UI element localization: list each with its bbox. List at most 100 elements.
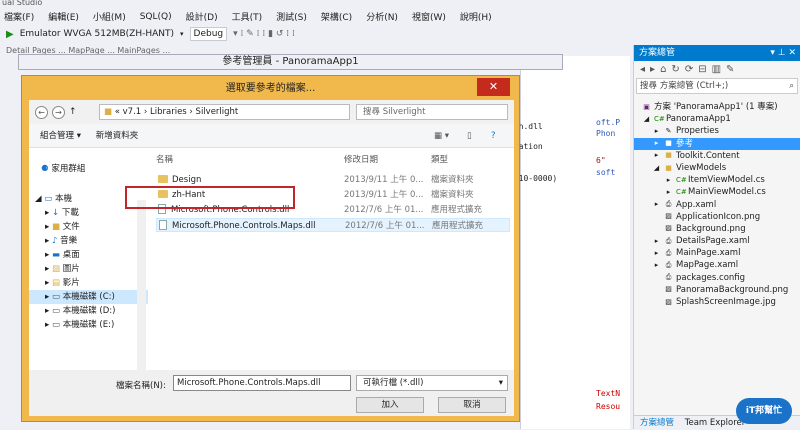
toolbar: ▶ Emulator WVGA 512MB(ZH-HANT) ▾ Debug ▾… [0,25,800,43]
expand-icon[interactable]: ▸ [664,176,673,185]
refresh-icon[interactable]: ⟳ [685,64,693,75]
play-icon[interactable]: ▶ [6,29,14,40]
dialog-body: ← → ↑ ■ « v7.1 › Libraries › Silverlight… [29,100,514,416]
tree-item-viewmodels[interactable]: ◢ ■ ViewModels [634,162,800,174]
homegroup-icon: ⚈ [41,164,52,174]
solution-search-input[interactable]: 搜尋 方案總管 (Ctrl+;) ⌕ [636,78,798,94]
nav-item-documents[interactable]: ▸ ■ 文件 [29,220,148,234]
close-button[interactable]: ✕ [477,78,510,96]
menu-analyze[interactable]: 分析(N) [366,10,398,23]
xaml-file-icon: ⎙ [665,236,672,245]
add-button[interactable]: 加入 [356,397,424,413]
tree-item-toolkit-content[interactable]: ▸ ■ Toolkit.Content [634,150,800,162]
run-target-select[interactable]: Emulator WVGA 512MB(ZH-HANT) [20,29,174,39]
menu-architecture[interactable]: 架構(C) [321,10,352,23]
tree-item-mappage[interactable]: ▸ ⎙ MapPage.xaml [634,259,800,271]
editor-line: 6" [596,156,606,165]
tree-item-appicon[interactable]: ▨ ApplicationIcon.png [634,211,800,223]
menu-design[interactable]: 設計(D) [186,10,218,23]
organize-button[interactable]: 組合管理 ▾ [40,131,81,141]
nav-item-videos[interactable]: ▸ ▤ 影片 [29,276,148,290]
toolbar-icons[interactable]: ▾ ⁞ ✎ ⁞ ⁞ ▮ ↺ ⁞ ⁞ [233,29,295,39]
nav-item-homegroup[interactable]: ⚈ 家用群組 [29,162,148,176]
menu-test[interactable]: 測試(S) [276,10,307,23]
menu-sql[interactable]: SQL(Q) [140,12,172,22]
tree-item-packages[interactable]: ⎙ packages.config [634,272,800,284]
column-header-type[interactable]: 類型 [431,153,448,165]
menu-help[interactable]: 說明(H) [460,10,492,23]
nav-item-pictures[interactable]: ▸ ▨ 圖片 [29,262,148,276]
expand-icon[interactable]: ▸ [652,139,661,148]
back-icon[interactable]: ← [35,105,48,119]
filename-input[interactable]: Microsoft.Phone.Controls.Maps.dll [173,375,351,391]
tree-item-background[interactable]: ▨ Background.png [634,223,800,235]
expand-icon[interactable]: ▸ [652,249,661,258]
nav-item-desktop[interactable]: ▸ ▬ 桌面 [29,248,148,262]
computer-icon: ▭ [41,194,55,204]
home-icon[interactable]: ⌂ [660,64,666,75]
properties-icon[interactable]: ✎ [726,64,734,75]
tab-solution-explorer[interactable]: 方案總管 [640,418,674,428]
csharp-file-icon: C# [676,175,687,184]
tab-team-explorer[interactable]: Team Explorer [685,418,746,428]
tree-item-panoramabg[interactable]: ▨ PanoramaBackground.png [634,284,800,296]
column-header-name[interactable]: 名稱 [156,153,173,165]
menu-file[interactable]: 檔案(F) [4,10,34,23]
forward-icon[interactable]: → [52,105,65,119]
menu-bar: 檔案(F) 編輯(E) 小組(M) SQL(Q) 設計(D) 工具(T) 測試(… [0,8,800,25]
expand-icon[interactable]: ▸ [652,200,661,209]
editor-line: soft [596,168,616,177]
tree-item-app-xaml[interactable]: ▸ ⎙ App.xaml [634,199,800,211]
tree-item-project[interactable]: ◢ C# PanoramaApp1 [634,113,800,125]
expand-icon[interactable]: ◢ [642,115,651,124]
nav-item-drive-d[interactable]: ▸ ▭ 本機磁碟 (D:) [29,304,148,318]
pin-icon[interactable]: ▾ ⊥ ✕ [770,45,796,61]
show-all-icon[interactable]: ▥ [712,64,721,75]
tree-item-solution[interactable]: ▣ 方案 'PanoramaApp1' (1 專案) [634,101,800,113]
expand-icon[interactable]: ▸ [652,151,661,160]
column-header-date[interactable]: 修改日期 [344,153,378,165]
tree-item-properties[interactable]: ▸ ✎ Properties [634,125,800,137]
expand-icon[interactable]: ▸ [652,261,661,270]
sync-icon[interactable]: ↻ [671,64,679,75]
filetype-select[interactable]: 可執行檔 (*.dll) ▾ [356,375,508,391]
new-folder-button[interactable]: 新增資料夾 [96,131,139,141]
image-file-icon: ▨ [665,212,672,221]
tree-item-detailspage[interactable]: ▸ ⎙ DetailsPage.xaml [634,235,800,247]
menu-edit[interactable]: 編輯(E) [48,10,79,23]
drive-icon: ▭ [49,320,63,330]
expand-icon[interactable]: ◢ [652,164,661,173]
path-breadcrumb[interactable]: ■ « v7.1 › Libraries › Silverlight [99,104,350,120]
expand-icon[interactable]: ▸ [652,237,661,246]
tree-item-mainviewmodel[interactable]: ▸ C# MainViewModel.cs [634,186,800,198]
cancel-button[interactable]: 取消 [438,397,506,413]
tree-item-splash[interactable]: ▨ SplashScreenImage.jpg [634,296,800,308]
tree-item-references[interactable]: ▸ ■ 參考 [634,137,800,150]
menu-window[interactable]: 視窗(W) [412,10,446,23]
expand-icon[interactable]: ▸ [664,188,673,197]
up-icon[interactable]: ↑ [69,107,77,117]
collapse-icon[interactable]: ⊟ [698,64,706,75]
help-icon[interactable]: ? [491,124,496,148]
preview-pane-icon[interactable]: ▯ [467,124,472,148]
file-row[interactable]: Design 2013/9/11 上午 0... 檔案資料夾 [156,173,510,187]
back-icon[interactable]: ◂ [640,64,645,75]
view-options-icon[interactable]: ▦ ▾ [434,124,449,148]
menu-tools[interactable]: 工具(T) [232,10,263,23]
search-input[interactable]: 搜尋 Silverlight [356,104,508,120]
nav-item-drive-e[interactable]: ▸ ▭ 本機磁碟 (E:) [29,318,148,332]
expand-icon[interactable]: ▸ [652,127,661,136]
solution-icon: ▣ [643,102,650,111]
code-editor[interactable]: ath.dll oration 0310-0000) oft.P Phon 6"… [509,56,630,429]
file-row-selected[interactable]: Microsoft.Phone.Controls.Maps.dll 2012/7… [156,218,510,232]
nav-item-drive-c[interactable]: ▸ ▭ 本機磁碟 (C:) [29,290,148,304]
config-select[interactable]: Debug [189,27,228,41]
tree-item-itemviewmodel[interactable]: ▸ C# ItemViewModel.cs [634,174,800,186]
chevron-down-icon: ▾ [498,378,503,388]
tree-item-mainpage[interactable]: ▸ ⎙ MainPage.xaml [634,247,800,259]
forward-icon[interactable]: ▸ [650,64,655,75]
nav-item-music[interactable]: ▸ ♪ 音樂 [29,234,148,248]
highlight-annotation [125,186,295,209]
menu-team[interactable]: 小組(M) [93,10,126,23]
chevron-down-icon[interactable]: ▾ [180,30,184,38]
